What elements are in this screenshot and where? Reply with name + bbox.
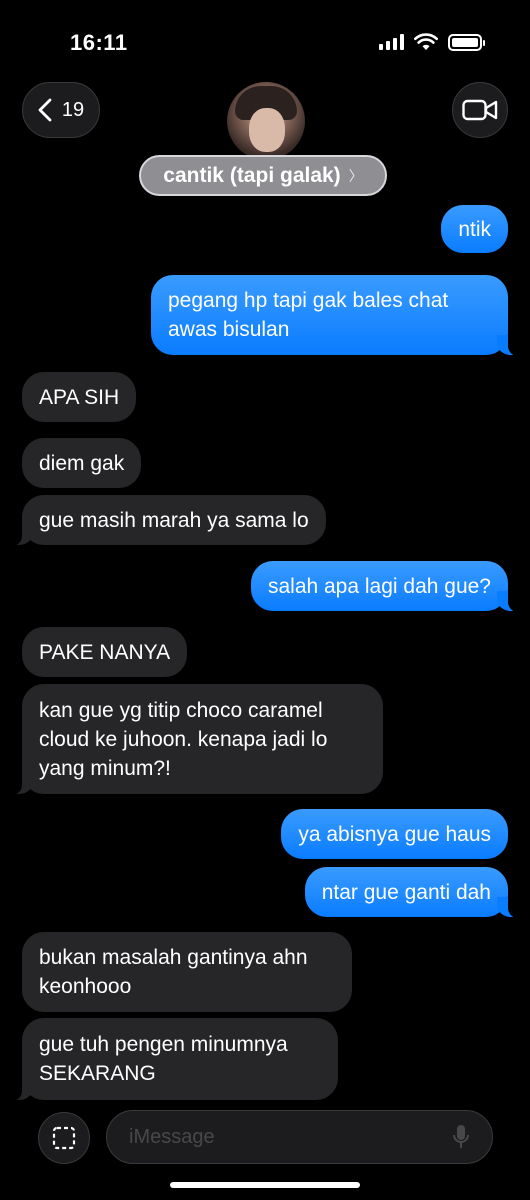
message-line: gue masih marah ya sama lo <box>39 508 309 532</box>
message-bubble[interactable]: ntik <box>441 205 508 253</box>
chevron-right-icon: 〉 <box>348 167 363 184</box>
message-line: salah apa lagi dah gue? <box>267 574 491 598</box>
microphone-icon[interactable] <box>452 1124 470 1150</box>
message-line: APA SIH <box>39 385 120 409</box>
cellular-signal-icon <box>379 34 404 50</box>
video-call-button[interactable] <box>452 82 508 138</box>
message-bubble[interactable]: ya abisnya gue haus <box>281 809 508 859</box>
message-line: kan gue yg titip choco caramel <box>39 698 323 722</box>
message-line: yang minum?! <box>39 756 171 780</box>
message-line: PAKE NANYA <box>39 640 171 664</box>
message-line: awas bisulan <box>168 318 290 341</box>
contact-name-pill[interactable]: cantik (tapi galak) 〉 <box>139 155 387 196</box>
status-time: 16:11 <box>70 30 128 55</box>
message-bubble[interactable]: salah apa lagi dah gue? <box>250 561 521 612</box>
status-icons <box>379 33 485 51</box>
message-field[interactable] <box>106 1110 493 1164</box>
apps-icon <box>52 1126 76 1150</box>
message-bubble[interactable]: pegang hp tapi gak bales chat awas bisul… <box>151 275 520 356</box>
message-bubble[interactable]: diem gak <box>22 438 142 488</box>
message-line: ntar gue ganti dah <box>321 880 491 904</box>
message-bubble[interactable]: PAKE NANYA <box>22 627 188 677</box>
message-line: bukan masalah gantinya ahn <box>39 946 308 969</box>
message-bubble[interactable]: gue tuh pengen minumnya SEKARANG <box>10 1018 338 1101</box>
avatar[interactable] <box>227 82 305 160</box>
contact-name: cantik (tapi galak) <box>163 163 341 187</box>
message-line: ntik <box>458 217 491 241</box>
message-line: ya abisnya gue haus <box>298 822 491 846</box>
battery-icon <box>448 33 485 51</box>
status-bar: 16:11 <box>0 0 530 80</box>
wifi-icon <box>414 33 438 50</box>
back-button[interactable]: 19 <box>22 82 100 138</box>
message-line: SEKARANG <box>39 1062 156 1085</box>
video-camera-icon <box>462 99 498 121</box>
unread-count: 19 <box>61 98 85 121</box>
message-line: gue tuh pengen minumnya <box>39 1033 288 1056</box>
home-indicator <box>170 1182 360 1188</box>
message-input[interactable] <box>129 1125 452 1149</box>
message-line: pegang hp tapi gak bales chat <box>168 289 449 312</box>
message-bubble[interactable]: kan gue yg titip choco caramel cloud ke … <box>10 684 383 795</box>
chevron-left-icon <box>38 98 52 122</box>
message-line: diem gak <box>39 451 125 475</box>
message-line: cloud ke juhoon. kenapa jadi lo <box>39 727 328 751</box>
apps-button[interactable] <box>38 1112 90 1164</box>
message-bubble[interactable]: ntar gue ganti dah <box>304 867 521 918</box>
message-bubble[interactable]: APA SIH <box>22 372 137 422</box>
message-bubble[interactable]: gue masih marah ya sama lo <box>10 495 326 546</box>
message-bubble[interactable]: bukan masalah gantinya ahn keonhooo <box>22 932 352 1012</box>
message-line: keonhooo <box>39 975 132 998</box>
